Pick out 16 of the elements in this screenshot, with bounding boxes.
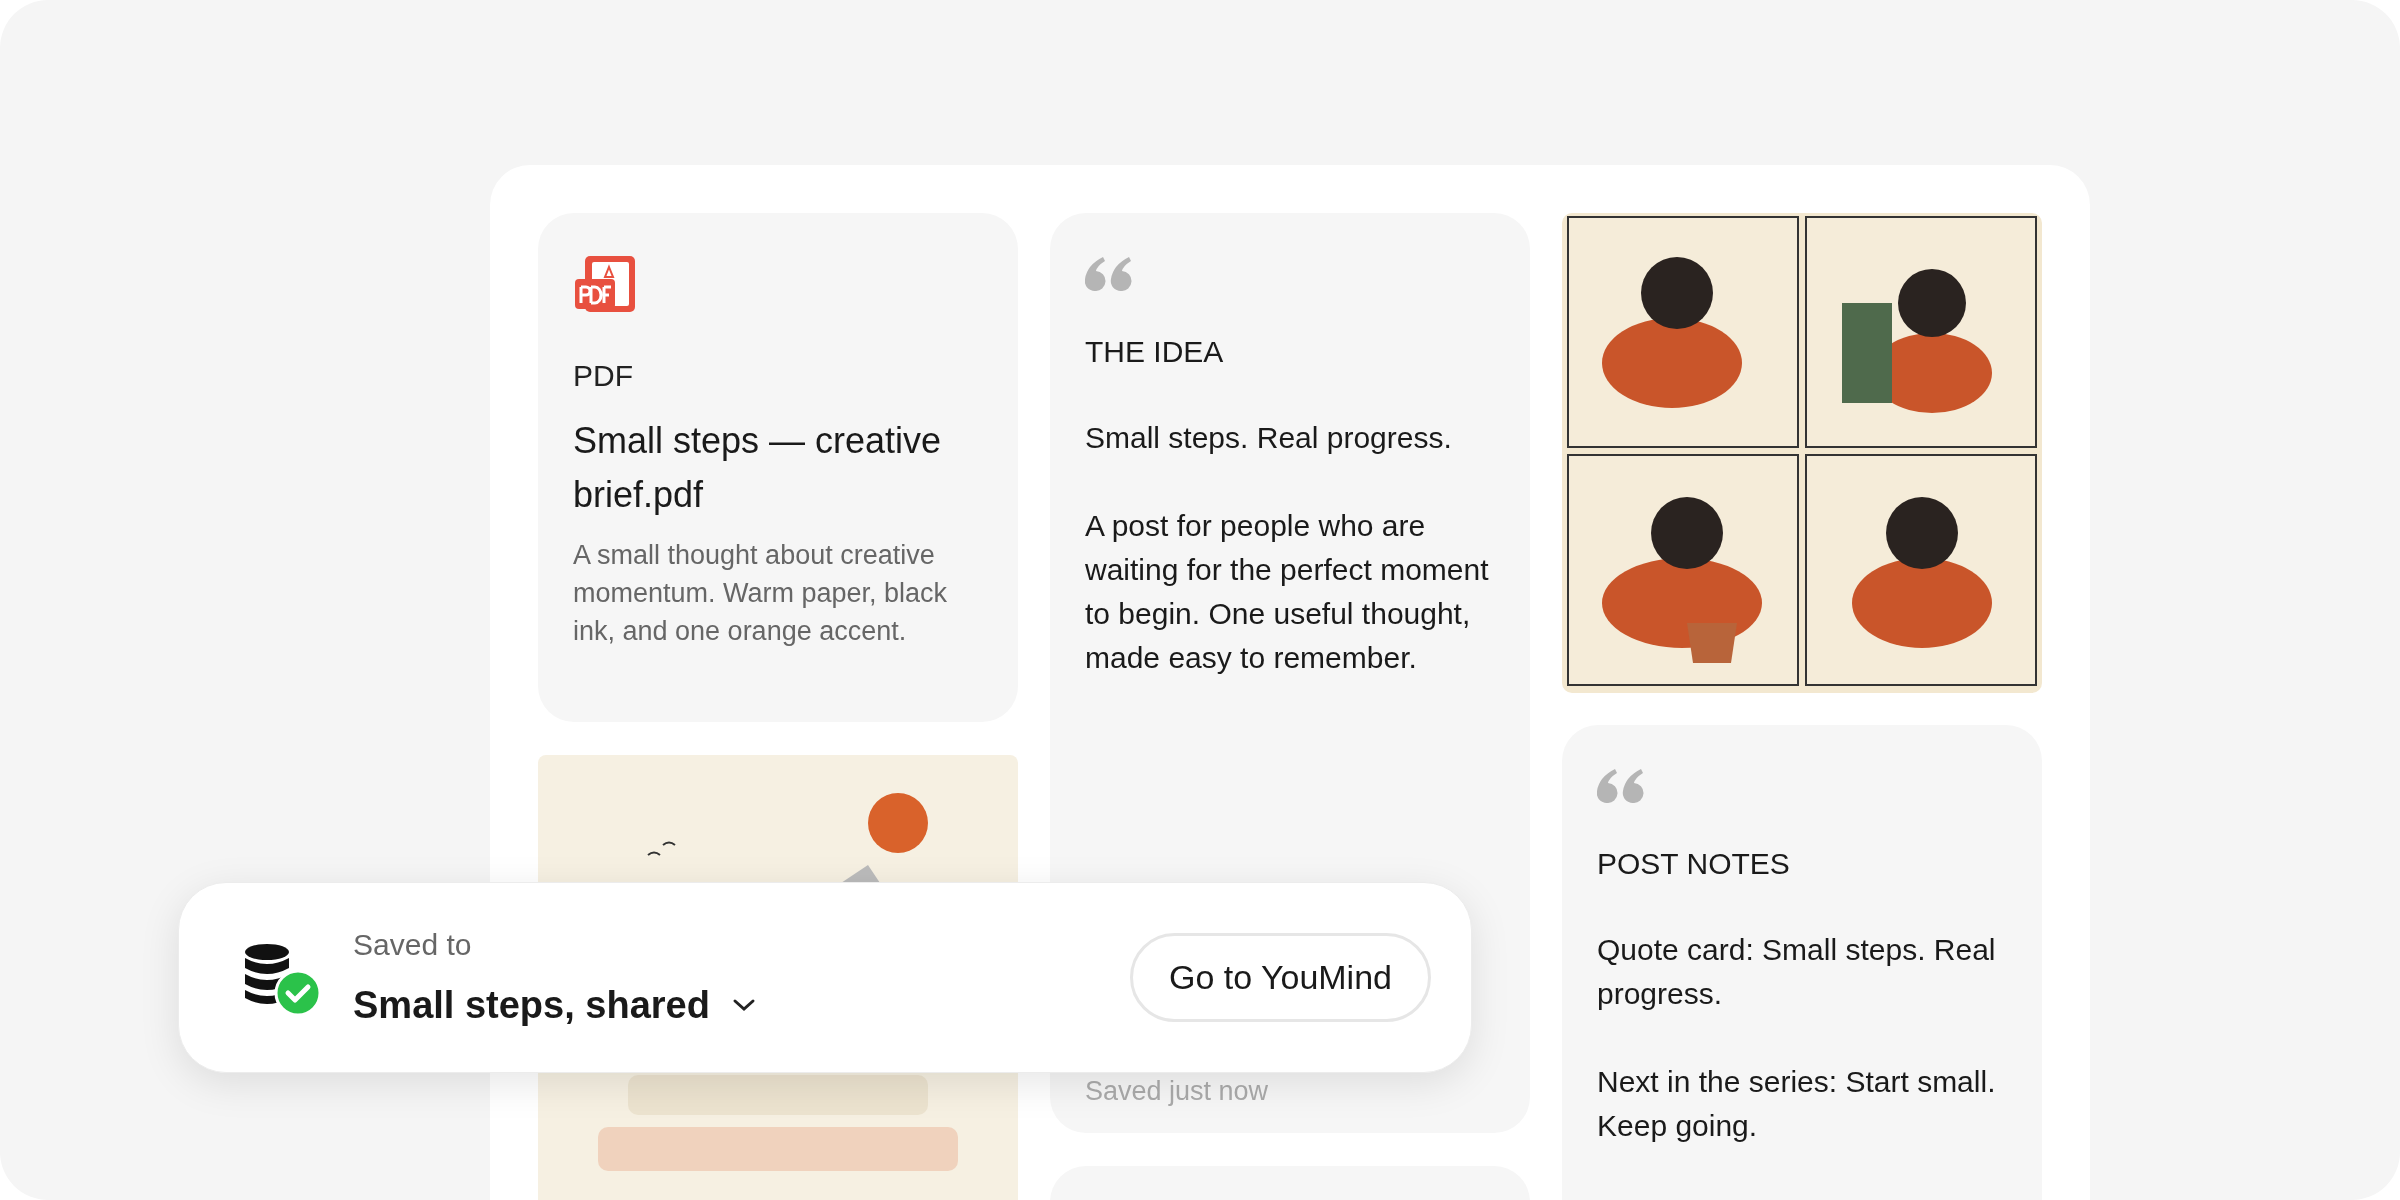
saved-timestamp: Saved just now <box>1085 1074 1270 1108</box>
file-title: Small steps — creative brief.pdf <box>573 419 943 517</box>
note-heading: POST NOTES <box>1597 846 1791 882</box>
note-card[interactable]: POST NOTES Quote card: Small steps. Real progress. Next in the series: Start small. Keep going. <box>1562 725 2042 1200</box>
file-card[interactable]: PDF Small steps — creative brief.pdf A small thought about creative momentum. Warm paper, black ink, and one orange accent. <box>538 213 1018 722</box>
destination-dropdown[interactable]: Small steps, shared <box>353 976 756 1034</box>
note-paragraph: A post for people who are waiting for the perfect moment to begin. One useful thought, made easy to remember. <box>1085 508 1490 676</box>
note-heading: THE IDEA <box>1085 334 1225 370</box>
note-paragraph: Next in the series: Start small. Keep going. <box>1597 1064 1997 1144</box>
note-paragraph: Quote card: Small steps. Real progress. <box>1597 932 1997 1012</box>
chevron-down-icon <box>731 998 756 1012</box>
file-type-label: PDF <box>573 358 634 394</box>
saved-to-label: Saved to <box>353 926 473 963</box>
file-description: A small thought about creative momentum. Warm paper, black ink, and one orange accent. <box>573 539 949 648</box>
go-to-app-button[interactable]: Go to YouMind <box>1129 933 1431 1022</box>
note-paragraph: Small steps. Real progress. <box>1085 420 1453 456</box>
